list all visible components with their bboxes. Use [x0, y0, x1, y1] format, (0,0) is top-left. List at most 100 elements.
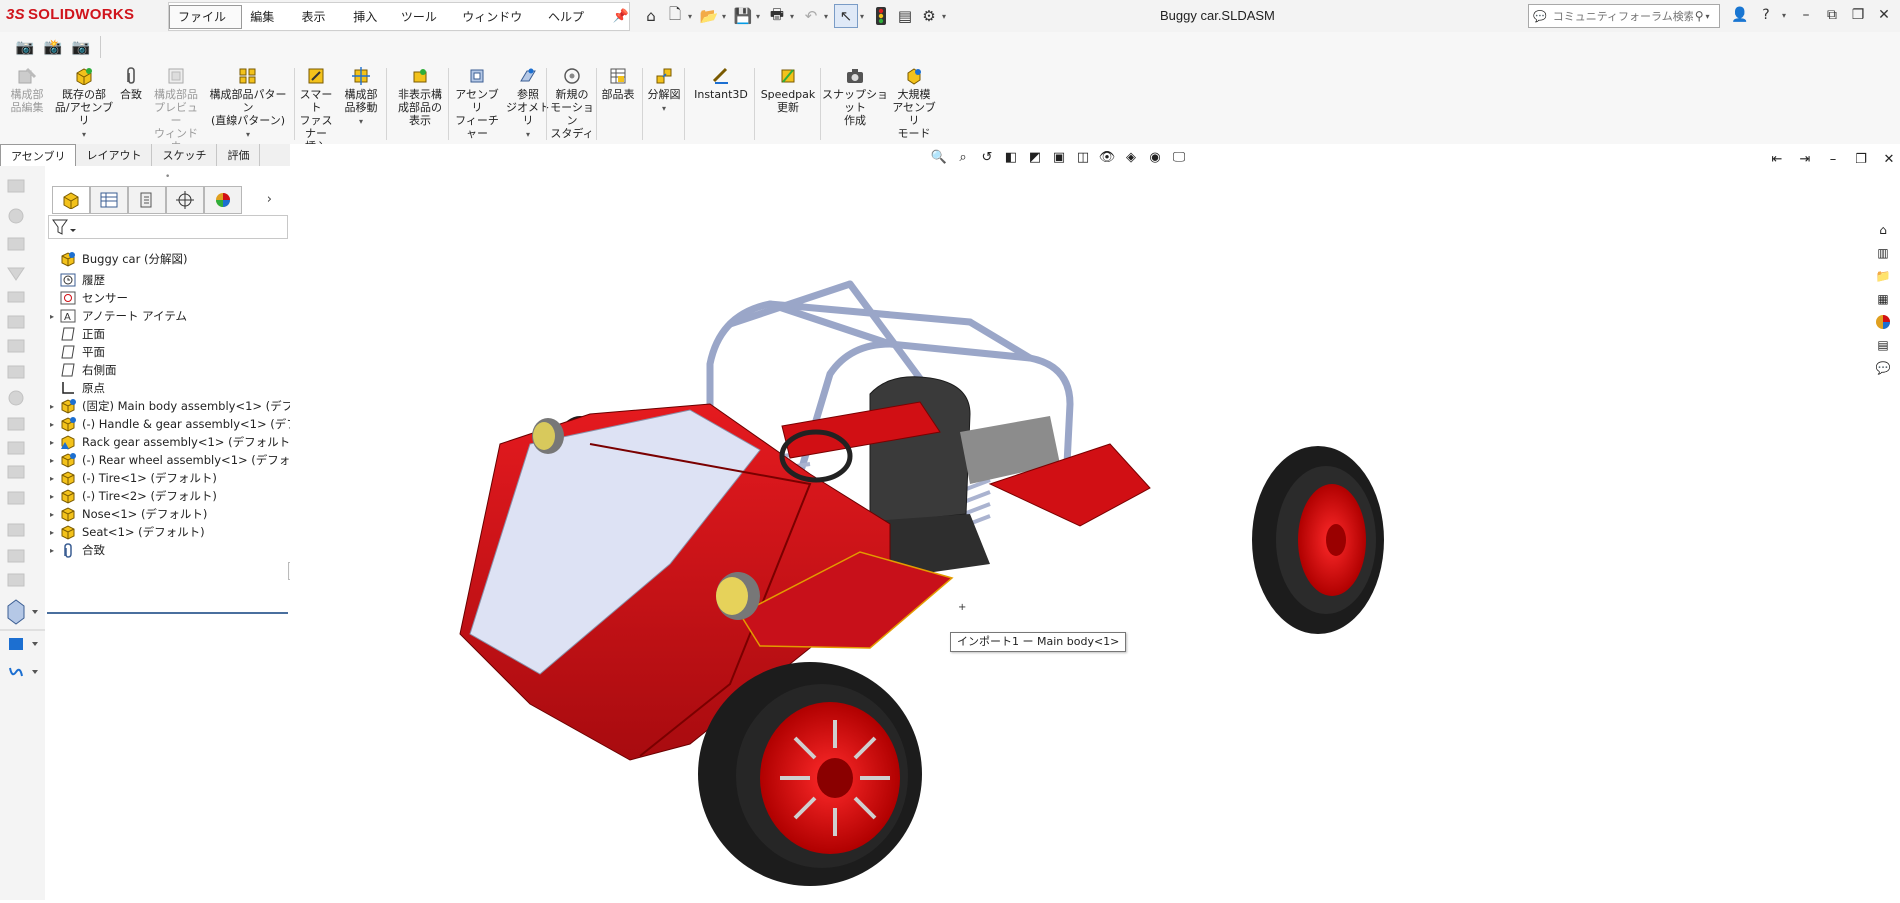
instant3d-button[interactable]: Instant3D: [690, 66, 752, 101]
options-gear-icon[interactable]: ⚙: [918, 5, 940, 27]
solidworks-resources-icon[interactable]: ⌂: [1872, 220, 1894, 240]
apply-scene-icon[interactable]: ◉: [1146, 148, 1164, 166]
tree-item[interactable]: 原点: [45, 378, 105, 398]
viewport-restore-icon[interactable]: ❐: [1852, 150, 1870, 168]
buggy-car-model[interactable]: [290, 144, 1900, 900]
mate-button[interactable]: 合致: [116, 66, 146, 101]
undo-icon[interactable]: ↶: [800, 5, 822, 27]
property-manager-icon[interactable]: [90, 186, 128, 214]
open-folder-icon[interactable]: 📂: [698, 5, 720, 27]
select-cursor-icon[interactable]: ↖: [834, 4, 858, 28]
tree-item[interactable]: センサー: [45, 288, 128, 308]
tree-item[interactable]: ▸ Seat<1> (デフォルト): [45, 522, 205, 542]
expand-arrow-icon[interactable]: ▸: [45, 456, 59, 465]
design-library-icon[interactable]: ▥: [1872, 243, 1894, 263]
tree-item[interactable]: ▸ (-) Tire<2> (デフォルト): [45, 486, 217, 506]
tree-item[interactable]: ▸ A アノテート アイテム: [45, 306, 187, 326]
new-dropdown-icon[interactable]: ▾: [688, 12, 696, 21]
tab-layout[interactable]: レイアウト: [76, 144, 153, 166]
exploded-view-button[interactable]: 分解図 ▾: [646, 66, 682, 115]
view-palette-icon[interactable]: ▦: [1872, 289, 1894, 309]
headlight-left[interactable]: [532, 418, 564, 454]
expand-arrow-icon[interactable]: ▸: [45, 402, 59, 411]
help-icon[interactable]: ?: [1756, 4, 1776, 26]
show-hidden-components-button[interactable]: 非表示構 成部品の 表示: [390, 66, 450, 127]
pin-icon[interactable]: 📌: [613, 9, 629, 24]
undo-dropdown-icon[interactable]: ▾: [824, 12, 832, 21]
search-box[interactable]: 💬 ⚲ ▾: [1528, 4, 1720, 28]
dimxpert-manager-icon[interactable]: [166, 186, 204, 214]
display-manager-icon[interactable]: [204, 186, 242, 214]
insert-components-dropdown-icon[interactable]: ▾: [82, 128, 86, 141]
file-explorer-icon[interactable]: 📁: [1872, 266, 1894, 286]
solidworks-logo[interactable]: 3S SOLIDWORKS: [6, 6, 154, 26]
print-dropdown-icon[interactable]: ▾: [790, 12, 798, 21]
expand-arrow-icon[interactable]: ▸: [45, 312, 59, 321]
menu-tools[interactable]: ツール(T): [393, 6, 454, 46]
exploded-view-dropdown-icon[interactable]: ▾: [662, 102, 666, 115]
tree-item[interactable]: 右側面: [45, 360, 117, 380]
edit-component-button[interactable]: 構成部 品編集: [5, 66, 49, 114]
hide-show-items-icon[interactable]: 👁: [1098, 148, 1116, 166]
menu-file[interactable]: ファイル(F): [169, 4, 243, 46]
save-icon[interactable]: 💾: [732, 5, 754, 27]
camera-settings-icon[interactable]: 📸: [42, 36, 64, 58]
expand-arrow-icon[interactable]: ▸: [45, 492, 59, 501]
panel-grip-icon[interactable]: •: [165, 172, 170, 182]
view-orientation-icon[interactable]: ▣: [1050, 148, 1068, 166]
filter-funnel-icon[interactable]: [51, 217, 77, 237]
tile-windows-icon[interactable]: ⧉: [1822, 4, 1842, 26]
rebuild-traffic-light-icon[interactable]: [870, 5, 892, 27]
display-style-icon[interactable]: ◫: [1074, 148, 1092, 166]
reference-geometry-dropdown-icon[interactable]: ▾: [526, 128, 530, 141]
expand-arrow-icon[interactable]: ▸: [45, 420, 59, 429]
smart-fasteners-button[interactable]: スマート ファスナー 挿入: [298, 66, 334, 153]
search-input[interactable]: [1550, 8, 1695, 24]
options-dropdown-icon[interactable]: ▾: [942, 12, 950, 21]
zoom-to-area-icon[interactable]: ⌕: [954, 148, 972, 166]
custom-properties-icon[interactable]: ▤: [1872, 335, 1894, 355]
large-assembly-mode-button[interactable]: 大規模 アセンブリ モード: [890, 66, 938, 140]
expand-arrow-icon[interactable]: ▸: [45, 528, 59, 537]
section-view-icon[interactable]: ◧: [1002, 148, 1020, 166]
update-speedpak-button[interactable]: Speedpak 更新: [758, 66, 818, 114]
close-icon[interactable]: ✕: [1874, 4, 1894, 26]
file-properties-icon[interactable]: ▤: [894, 5, 916, 27]
expand-arrow-icon[interactable]: ▸: [45, 510, 59, 519]
tree-item[interactable]: ▸ (-) Rear wheel assembly<1> (デフォルト): [45, 450, 318, 470]
tree-item[interactable]: ▸ (-) Handle & gear assembly<1> (デフォ: [45, 414, 309, 434]
edit-appearance-icon[interactable]: ◈: [1122, 148, 1140, 166]
reference-geometry-button[interactable]: 参照 ジオメトリ ▾: [506, 66, 550, 141]
linear-component-pattern-button[interactable]: 構成部品パターン (直線パターン) ▾: [206, 66, 290, 141]
home-icon[interactable]: ⌂: [640, 5, 662, 27]
viewport-close-icon[interactable]: ✕: [1880, 150, 1898, 168]
tree-item[interactable]: ▸ Nose<1> (デフォルト): [45, 504, 207, 524]
expand-right-icon[interactable]: ⇥: [1796, 150, 1814, 168]
appearances-scenes-icon[interactable]: [1872, 312, 1894, 332]
zoom-to-fit-icon[interactable]: 🔍: [930, 148, 948, 166]
print-icon[interactable]: 🖶: [766, 5, 788, 27]
menu-insert[interactable]: 挿入(I): [345, 6, 393, 46]
tab-assembly[interactable]: アセンブリ: [0, 144, 77, 167]
view-settings-icon[interactable]: 🖵: [1170, 148, 1188, 166]
expand-arrow-icon[interactable]: ▸: [45, 474, 59, 483]
headlight-right[interactable]: [716, 572, 760, 620]
tree-filter[interactable]: [48, 215, 288, 239]
bill-of-materials-button[interactable]: 部品表: [598, 66, 638, 101]
expand-arrow-icon[interactable]: ▸: [45, 438, 59, 447]
expand-arrow-icon[interactable]: ▸: [45, 546, 59, 555]
front-wheel[interactable]: [698, 662, 922, 886]
save-dropdown-icon[interactable]: ▾: [756, 12, 764, 21]
more-tabs-chevron-icon[interactable]: ›: [242, 186, 272, 212]
user-icon[interactable]: 👤: [1730, 4, 1750, 26]
collapse-left-icon[interactable]: ⇤: [1768, 150, 1786, 168]
menu-window[interactable]: ウィンドウ(W): [454, 6, 540, 46]
move-component-button[interactable]: 構成部 品移動 ▾: [340, 66, 382, 128]
help-dropdown-icon[interactable]: ▾: [1782, 11, 1790, 20]
select-dropdown-icon[interactable]: ▾: [860, 12, 868, 21]
viewport-minimize-icon[interactable]: –: [1824, 150, 1842, 168]
menu-help[interactable]: ヘルプ(H): [540, 6, 603, 46]
tree-item[interactable]: 履歴: [45, 270, 105, 290]
tree-item[interactable]: ▸ (固定) Main body assembly<1> (デフォ: [45, 396, 305, 416]
menu-edit[interactable]: 編集(E): [242, 6, 293, 46]
